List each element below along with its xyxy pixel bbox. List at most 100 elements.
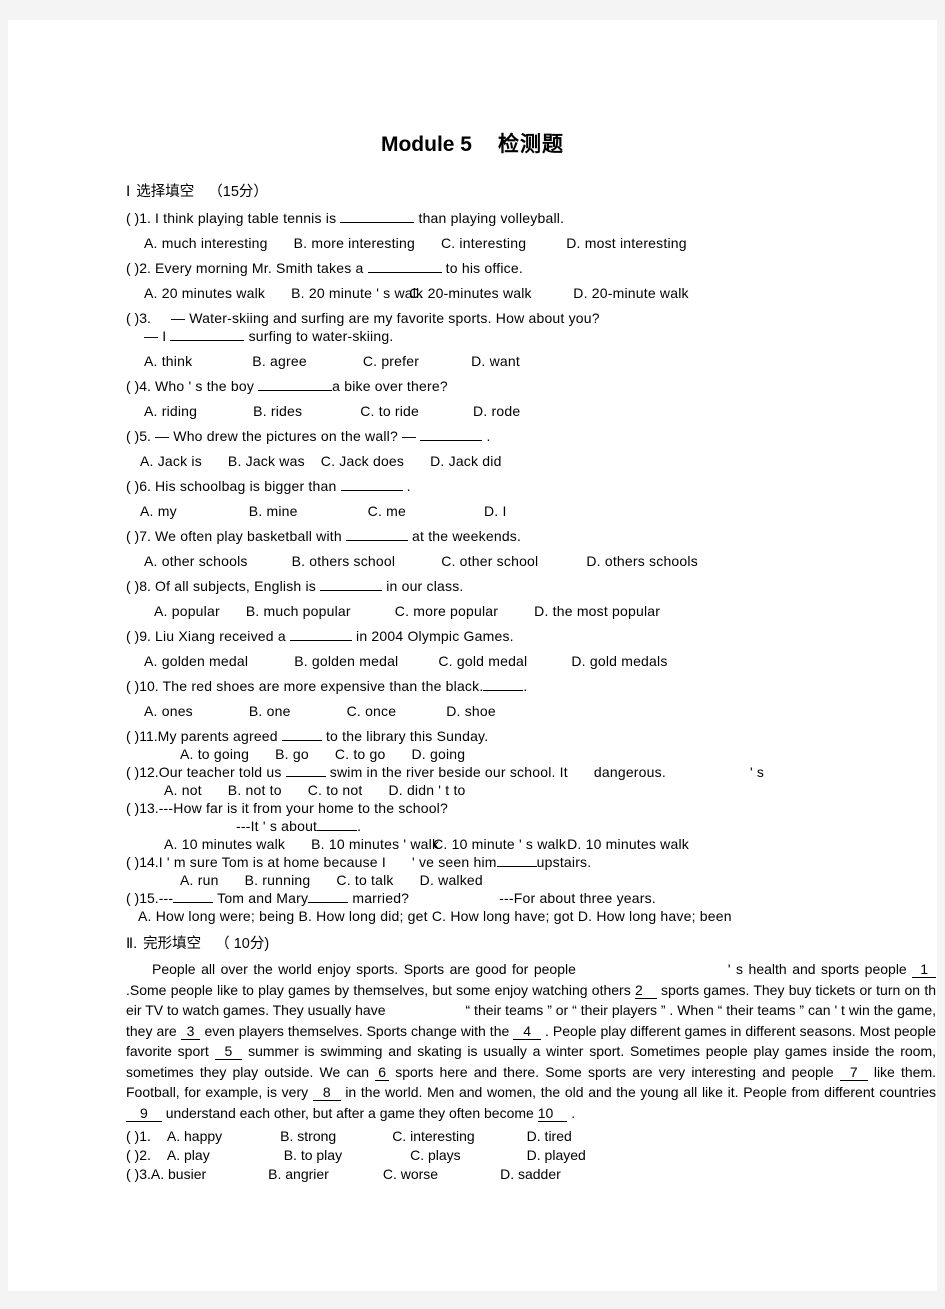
option-b[interactable]: B. others school: [292, 553, 396, 569]
question-3-stem-a: — Water-skiing and surfing are my favori…: [170, 310, 600, 326]
question-6-stem-b: .: [406, 478, 411, 494]
option-a[interactable]: A. 10 minutes walk: [164, 836, 285, 852]
cloze-blank-9[interactable]: 9: [126, 1104, 162, 1122]
option-b[interactable]: B. not to: [228, 782, 282, 798]
option-a[interactable]: A. Jack is: [140, 453, 202, 469]
cloze-blank-3[interactable]: 3: [180, 1022, 201, 1040]
option-d[interactable]: D. played: [527, 1147, 586, 1163]
option-b[interactable]: B. one: [249, 703, 291, 719]
option-d[interactable]: D. gold medals: [571, 653, 667, 669]
option-d[interactable]: D. walked: [420, 872, 483, 888]
question-12-mark: ( )12.: [126, 764, 159, 780]
option-a[interactable]: A. busier: [151, 1166, 206, 1182]
option-c[interactable]: C. to ride: [360, 403, 419, 419]
option-d[interactable]: D. rode: [473, 403, 520, 419]
blank-line: [308, 890, 349, 903]
option-d[interactable]: D. going: [411, 746, 465, 762]
cloze-blank-2[interactable]: 2: [634, 981, 657, 999]
cloze-blank-4[interactable]: 4: [513, 1022, 542, 1040]
option-b[interactable]: B. more interesting: [294, 235, 415, 251]
option-b[interactable]: B. to play: [284, 1147, 342, 1163]
cloze-question-2-mark: ( )2.: [126, 1147, 151, 1163]
option-b[interactable]: B. strong: [280, 1128, 336, 1144]
option-b[interactable]: B. running: [245, 872, 311, 888]
option-c[interactable]: C. 10 minute ' s walk: [433, 836, 566, 852]
question-5-mark: ( )5.: [126, 428, 151, 444]
option-c[interactable]: C. once: [347, 703, 397, 719]
option-b[interactable]: B. Jack was: [228, 453, 305, 469]
option-b[interactable]: B. much popular: [246, 603, 351, 619]
question-1-stem-b: than playing volleyball.: [418, 210, 565, 226]
cloze-blank-1[interactable]: 1: [912, 961, 937, 978]
passage-part-10: sports here and there. Some sports are v…: [395, 1063, 834, 1080]
option-a[interactable]: A. 20 minutes walk: [144, 285, 265, 301]
option-a[interactable]: A. popular: [154, 603, 220, 619]
option-d[interactable]: D. didn ' t to: [388, 782, 465, 798]
option-c[interactable]: C. prefer: [363, 353, 419, 369]
option-b-c-overlap[interactable]: B. 20 minute ' s walk C. 20-minutes walk: [291, 285, 531, 301]
option-c[interactable]: C. plays: [410, 1147, 461, 1163]
option-d[interactable]: D. sadder: [500, 1166, 561, 1182]
option-d[interactable]: D. others schools: [586, 553, 698, 569]
option-c[interactable]: C. gold medal: [438, 653, 527, 669]
option-a[interactable]: A. golden medal: [144, 653, 248, 669]
option-d[interactable]: D. tired: [527, 1128, 572, 1144]
cloze-blank-7[interactable]: 7: [839, 1063, 868, 1081]
option-d[interactable]: D. the most popular: [534, 603, 660, 619]
option-b[interactable]: B. agree: [252, 353, 307, 369]
section-1-points: （15分）: [208, 184, 268, 200]
option-c[interactable]: C. Jack does: [321, 453, 404, 469]
option-a[interactable]: A. not: [164, 782, 202, 798]
option-b[interactable]: B. mine: [249, 503, 298, 519]
option-d[interactable]: D. 10 minutes walk: [567, 836, 689, 852]
option-a[interactable]: A. riding: [144, 403, 197, 419]
cloze-question-1-mark: ( )1.: [126, 1128, 151, 1144]
option-d[interactable]: D. most interesting: [566, 235, 687, 251]
option-c[interactable]: C. 20-minutes walk: [409, 285, 532, 301]
option-b[interactable]: B. go: [275, 746, 309, 762]
option-b[interactable]: B. golden medal: [294, 653, 398, 669]
question-15-stem-d: ---For about three years.: [499, 890, 656, 906]
option-c[interactable]: C. interesting: [441, 235, 526, 251]
option-d[interactable]: D. I: [484, 503, 507, 519]
cloze-question-3: ( )3.A. busier B. angrier C. worse D. sadde…: [126, 1165, 937, 1184]
question-7-stem-a: We often play basketball with: [154, 528, 342, 544]
question-4-stem-b: a bike over there?: [332, 378, 448, 394]
option-a[interactable]: A. play: [167, 1147, 210, 1163]
option-c[interactable]: C. interesting: [392, 1128, 474, 1144]
option-c[interactable]: C. worse: [383, 1166, 438, 1182]
option-d[interactable]: D. Jack did: [430, 453, 501, 469]
cloze-blank-6[interactable]: 6: [375, 1063, 390, 1081]
cloze-blank-8[interactable]: 8: [312, 1084, 341, 1101]
question-8: ( )8. Of all subjects, English is in our…: [126, 578, 937, 594]
option-b-c-d-overlap[interactable]: B. 10 minutes ' walk C. 10 minute ' s wal…: [311, 836, 689, 852]
option-c[interactable]: C. other school: [441, 553, 538, 569]
option-b[interactable]: B. 20 minute ' s walk: [291, 285, 423, 301]
question-15-stem-c: married?: [352, 890, 410, 906]
option-d[interactable]: D. want: [471, 353, 520, 369]
option-c[interactable]: C. more popular: [395, 603, 498, 619]
option-a[interactable]: A. much interesting: [144, 235, 268, 251]
option-d[interactable]: D. 20-minute walk: [573, 285, 688, 301]
option-b[interactable]: B. 10 minutes ' walk: [311, 836, 439, 852]
option-b[interactable]: B. angrier: [268, 1166, 329, 1182]
cloze-question-3-mark: ( )3.: [126, 1166, 151, 1182]
question-11-mark: ( )11.: [126, 728, 158, 744]
option-a[interactable]: A. happy: [167, 1128, 222, 1144]
cloze-blank-5[interactable]: 5: [214, 1043, 243, 1060]
option-c[interactable]: C. to go: [335, 746, 386, 762]
option-a[interactable]: A. my: [140, 503, 177, 519]
cloze-blank-10[interactable]: 10: [537, 1104, 568, 1122]
option-a[interactable]: A. to going: [180, 746, 249, 762]
option-a[interactable]: A. think: [144, 353, 192, 369]
option-a[interactable]: A. run: [180, 872, 219, 888]
option-a[interactable]: A. ones: [144, 703, 193, 719]
option-c[interactable]: C. me: [368, 503, 406, 519]
question-11: ( )11.My parents agreed to the library t…: [126, 728, 937, 744]
option-b[interactable]: B. rides: [253, 403, 302, 419]
option-a[interactable]: A. other schools: [144, 553, 248, 569]
option-c[interactable]: C. to talk: [336, 872, 393, 888]
option-d[interactable]: D. shoe: [446, 703, 496, 719]
question-15-options-line[interactable]: A. How long were; being B. How long did;…: [138, 908, 732, 924]
option-c[interactable]: C. to not: [308, 782, 363, 798]
